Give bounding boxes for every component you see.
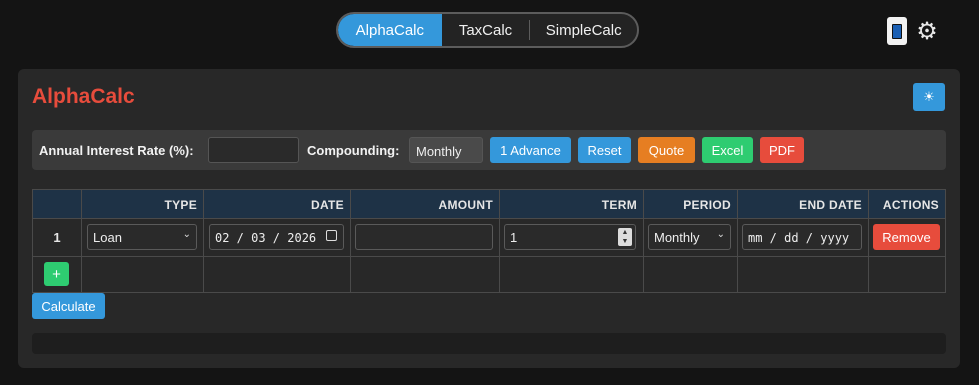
results-area <box>32 333 946 354</box>
calendar-icon[interactable] <box>326 230 337 241</box>
row-divider <box>33 218 945 219</box>
calculate-button[interactable]: Calculate <box>32 293 105 319</box>
col-divider <box>499 190 500 292</box>
pdf-button[interactable]: PDF <box>760 137 804 163</box>
col-header-actions: ACTIONS <box>882 198 939 212</box>
term-stepper[interactable]: 1 ▲ ▼ <box>504 224 636 250</box>
col-header-term: TERM <box>601 198 637 212</box>
type-value: Loan <box>93 230 122 245</box>
quote-button[interactable]: Quote <box>638 137 695 163</box>
controls-bar: Annual Interest Rate (%): Compounding: M… <box>32 130 946 170</box>
chevron-down-icon: ⌄ <box>716 229 725 240</box>
chevron-down-icon: ⌄ <box>182 229 191 240</box>
col-divider <box>868 190 869 292</box>
col-header-end-date: END DATE <box>799 198 862 212</box>
col-header-num <box>33 190 81 218</box>
remove-button[interactable]: Remove <box>873 224 940 250</box>
col-header-amount: AMOUNT <box>438 198 493 212</box>
excel-button[interactable]: Excel <box>702 137 753 163</box>
table-header: TYPE DATE AMOUNT TERM PERIOD END DATE AC… <box>33 190 945 218</box>
period-select[interactable]: Monthly ⌄ <box>648 224 731 250</box>
stepper-arrows-icon[interactable]: ▲ ▼ <box>618 228 632 246</box>
row-divider <box>33 256 945 257</box>
top-bar: AlphaCalc TaxCalc SimpleCalc ⚙ <box>0 0 979 66</box>
period-value: Monthly <box>654 230 700 245</box>
compounding-select[interactable]: Monthly <box>409 137 483 163</box>
tab-alphacalc[interactable]: AlphaCalc <box>338 14 442 46</box>
col-divider <box>643 190 644 292</box>
reset-button[interactable]: Reset <box>578 137 631 163</box>
tab-taxcalc[interactable]: TaxCalc <box>442 14 530 46</box>
calculator-switcher: AlphaCalc TaxCalc SimpleCalc <box>336 12 639 48</box>
col-divider <box>737 190 738 292</box>
gear-icon[interactable]: ⚙ <box>915 20 939 44</box>
rate-label: Annual Interest Rate (%): <box>39 143 194 158</box>
theme-toggle-button[interactable]: ☀ <box>913 83 945 111</box>
end-date-input[interactable]: mm / dd / yyyy <box>742 224 862 250</box>
date-value: 02 / 03 / 2026 <box>215 231 317 245</box>
date-input[interactable]: 02 / 03 / 2026 <box>209 224 344 250</box>
loan-table: TYPE DATE AMOUNT TERM PERIOD END DATE AC… <box>32 189 946 293</box>
page-title: AlphaCalc <box>32 85 135 108</box>
mobile-icon[interactable] <box>887 17 907 45</box>
advance-button[interactable]: 1 Advance <box>490 137 571 163</box>
col-divider <box>203 190 204 292</box>
calculator-panel: AlphaCalc ☀ Annual Interest Rate (%): Co… <box>18 69 960 368</box>
col-header-period: PERIOD <box>683 198 731 212</box>
compounding-label: Compounding: <box>307 143 400 158</box>
col-header-type: TYPE <box>164 198 197 212</box>
col-header-date: DATE <box>311 198 344 212</box>
col-divider <box>350 190 351 292</box>
row-number: 1 <box>53 230 61 245</box>
rate-input[interactable] <box>208 137 299 163</box>
add-row-button[interactable]: + <box>44 262 69 286</box>
term-value: 1 <box>510 230 518 245</box>
col-divider <box>81 190 82 292</box>
type-select[interactable]: Loan ⌄ <box>87 224 197 250</box>
tab-simplecalc[interactable]: SimpleCalc <box>530 14 637 46</box>
amount-input[interactable] <box>355 224 493 250</box>
